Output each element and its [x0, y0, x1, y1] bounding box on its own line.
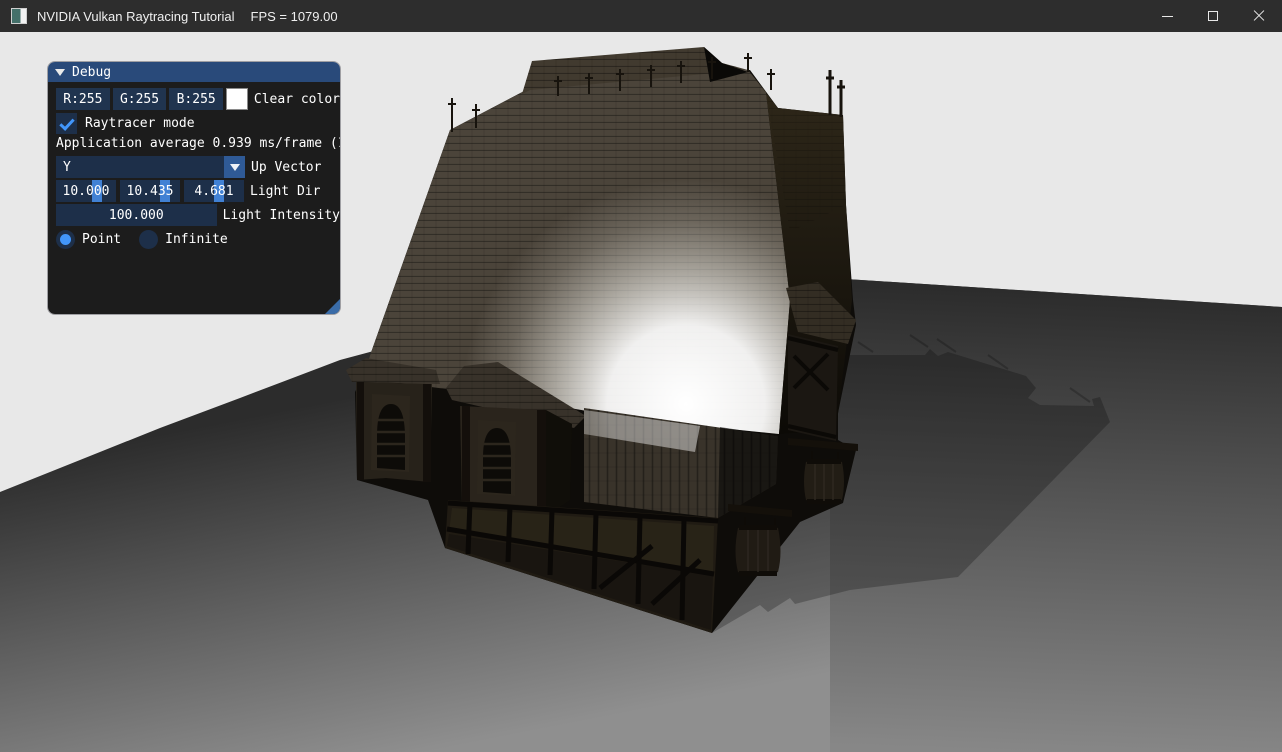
- raytracer-mode-checkbox[interactable]: [56, 113, 77, 134]
- window-titlebar[interactable]: NVIDIA Vulkan Raytracing Tutorial FPS = …: [0, 0, 1282, 32]
- light-dir-y-drag[interactable]: 10.435: [120, 180, 180, 202]
- dormer-left-arch-window: [377, 404, 405, 470]
- light-type-point-radio[interactable]: [56, 230, 75, 249]
- chevron-down-icon: [230, 164, 240, 171]
- light-dir-row: 10.000 10.435 4.681 Light Dir: [56, 180, 340, 202]
- dormer-left: [346, 358, 440, 482]
- light-type-point-label: Point: [82, 232, 121, 247]
- up-vector-label: Up Vector: [251, 160, 321, 175]
- app-icon: [11, 8, 27, 24]
- fps-counter: FPS = 1079.00: [251, 9, 338, 24]
- light-dir-label: Light Dir: [250, 184, 320, 199]
- debug-panel[interactable]: Debug R:255 G:255 B:255 Clear color Rayt…: [48, 62, 340, 314]
- debug-panel-title: Debug: [72, 65, 111, 80]
- light-intensity-value: 100.000: [109, 208, 164, 223]
- blue-value-button[interactable]: B:255: [169, 88, 223, 110]
- window-title: NVIDIA Vulkan Raytracing Tutorial: [37, 9, 235, 24]
- window-controls: [1144, 0, 1282, 32]
- up-vector-row: Y Up Vector: [56, 156, 340, 178]
- light-intensity-label: Light Intensity: [223, 208, 340, 223]
- up-vector-value: Y: [63, 160, 71, 175]
- collapse-triangle-icon[interactable]: [55, 69, 65, 76]
- light-type-infinite-radio[interactable]: [139, 230, 158, 249]
- light-dir-x-drag[interactable]: 10.000: [56, 180, 116, 202]
- clear-color-label: Clear color: [254, 92, 340, 107]
- light-type-infinite-label: Infinite: [165, 232, 228, 247]
- panel-resize-grip[interactable]: [325, 299, 340, 314]
- clear-color-row: R:255 G:255 B:255 Clear color: [56, 88, 340, 110]
- light-intensity-row: 100.000 Light Intensity: [56, 204, 340, 226]
- raytracer-mode-row: Raytracer mode: [56, 112, 340, 134]
- close-button[interactable]: [1236, 0, 1282, 32]
- up-vector-combo[interactable]: Y: [56, 156, 245, 178]
- green-value-button[interactable]: G:255: [113, 88, 167, 110]
- debug-panel-body: R:255 G:255 B:255 Clear color Raytracer …: [48, 82, 340, 314]
- light-intensity-slider[interactable]: 100.000: [56, 204, 217, 226]
- light-dir-z-drag[interactable]: 4.681: [184, 180, 244, 202]
- maximize-button[interactable]: [1190, 0, 1236, 32]
- minimize-icon: [1162, 16, 1173, 17]
- red-value-button[interactable]: R:255: [56, 88, 110, 110]
- close-icon: [1253, 10, 1265, 22]
- clear-color-swatch[interactable]: [226, 88, 248, 110]
- raytracer-mode-label: Raytracer mode: [85, 116, 195, 131]
- light-dir-x-value: 10.000: [63, 184, 110, 199]
- dormer-center-arch-window: [483, 428, 511, 494]
- frame-stats-text: Application average 0.939 ms/frame (1064: [56, 136, 340, 152]
- light-dir-z-value: 4.681: [194, 184, 233, 199]
- light-dir-y-value: 10.435: [127, 184, 174, 199]
- maximize-icon: [1208, 11, 1218, 21]
- minimize-button[interactable]: [1144, 0, 1190, 32]
- debug-panel-titlebar[interactable]: Debug: [48, 62, 340, 82]
- combo-arrow-button[interactable]: [224, 156, 245, 178]
- light-type-row: Point Infinite: [56, 228, 340, 250]
